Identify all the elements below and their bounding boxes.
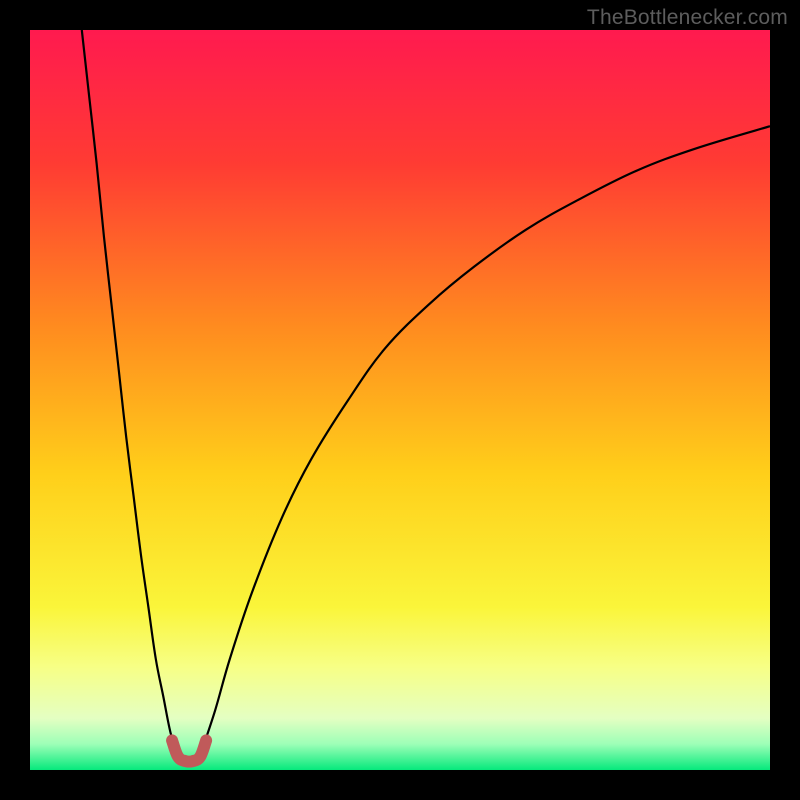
curve-left <box>82 30 178 755</box>
curve-right <box>200 126 770 755</box>
bottom-marker <box>172 740 206 761</box>
curve-layer <box>30 30 770 770</box>
chart-frame: TheBottlenecker.com <box>0 0 800 800</box>
plot-area <box>30 30 770 770</box>
watermark-text: TheBottlenecker.com <box>587 6 788 30</box>
